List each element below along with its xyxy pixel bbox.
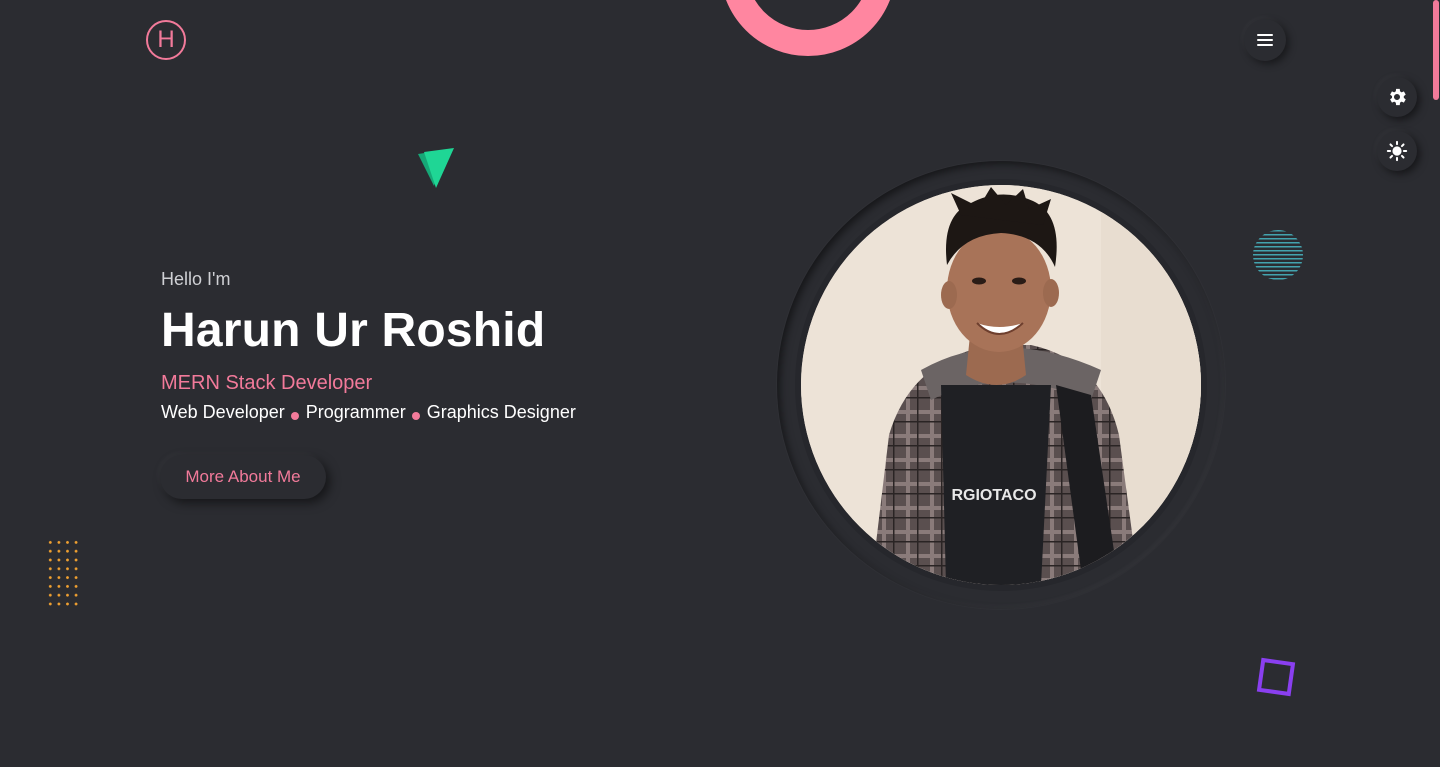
skill-separator-dot <box>411 411 420 420</box>
portrait-illustration: RGIOTACO <box>801 185 1201 585</box>
scrollbar-thumb[interactable] <box>1433 0 1439 100</box>
hamburger-menu-icon <box>1257 34 1273 46</box>
skill-item: Web Developer <box>161 402 285 422</box>
skill-item: Graphics Designer <box>426 402 576 422</box>
decorative-pink-ring <box>720 0 896 56</box>
theme-toggle-button[interactable] <box>1377 131 1417 171</box>
profile-photo: RGIOTACO <box>801 185 1201 585</box>
settings-button[interactable] <box>1377 77 1417 117</box>
gear-icon <box>1390 88 1406 106</box>
hero-greeting: Hello I'm <box>161 269 231 289</box>
decorative-purple-square <box>1256 657 1296 697</box>
hero-name: Harun Ur Roshid <box>161 304 546 357</box>
decorative-dot-grid <box>46 538 82 608</box>
logo-letter: H <box>157 26 175 53</box>
hero-role: MERN Stack Developer <box>161 372 373 394</box>
decorative-striped-circle <box>1253 230 1303 280</box>
site-logo[interactable]: H <box>146 20 186 60</box>
skill-separator-dot <box>290 411 299 420</box>
menu-button[interactable] <box>1244 19 1286 61</box>
sun-icon <box>1386 140 1408 162</box>
shirt-text: RGIOTACO <box>951 487 1036 504</box>
hero-skills: Web Developer Programmer Graphics Design… <box>161 402 576 423</box>
more-about-me-button[interactable]: More About Me <box>160 455 326 499</box>
skill-item: Programmer <box>305 402 406 422</box>
scrollbar-track[interactable] <box>1432 0 1440 767</box>
decorative-green-triangle <box>418 148 454 188</box>
